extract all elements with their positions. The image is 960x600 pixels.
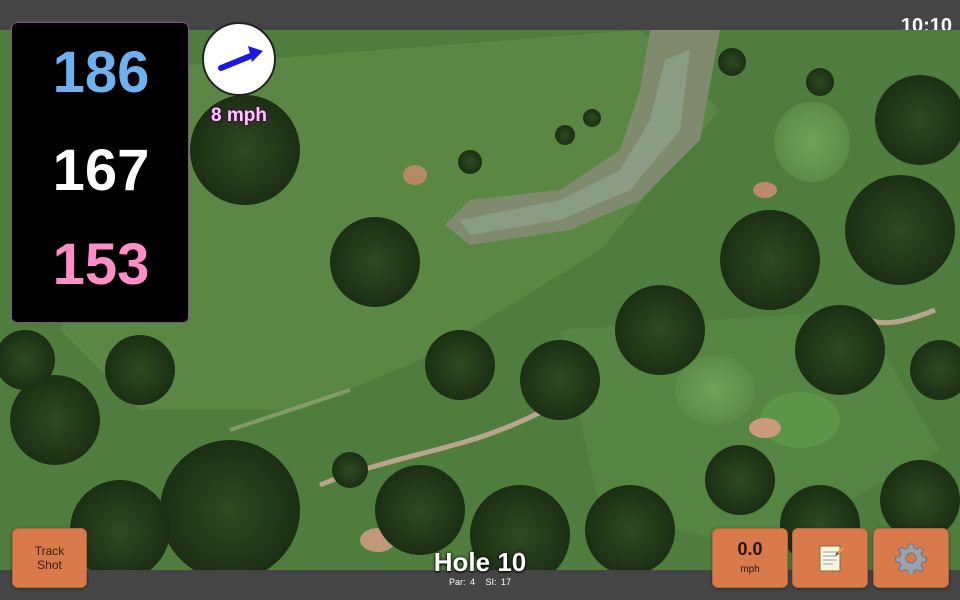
speed-button[interactable]: 0.0 mph [712,528,788,588]
notes-button[interactable] [792,528,868,588]
track-shot-label-line1: Track [34,544,65,558]
notepad-icon [819,545,844,572]
wind-speed-label: 8 mph [211,105,267,126]
front-distance: 153 [52,232,150,297]
wind-direction-dial [202,22,276,96]
back-distance: 186 [52,40,150,105]
distance-panel: 186 167 153 [11,22,189,323]
speed-unit: mph [740,564,760,575]
hole-details: Par: 4 SI: 17 [380,576,580,588]
track-shot-button[interactable]: Track Shot [12,528,87,588]
speed-value: 0.0 [737,539,763,559]
center-distance: 167 [52,138,150,203]
track-shot-label-line2: Shot [37,558,62,572]
gear-icon [895,543,927,574]
hole-title: Hole 10 [433,547,527,577]
hole-par: Par: 4 [448,577,475,587]
wind-arrow-icon [218,46,263,71]
settings-button[interactable] [873,528,949,588]
hole-info: Hole 10 Par: 4 SI: 17 [380,548,580,588]
hole-stroke-index: SI: 17 [485,577,512,587]
